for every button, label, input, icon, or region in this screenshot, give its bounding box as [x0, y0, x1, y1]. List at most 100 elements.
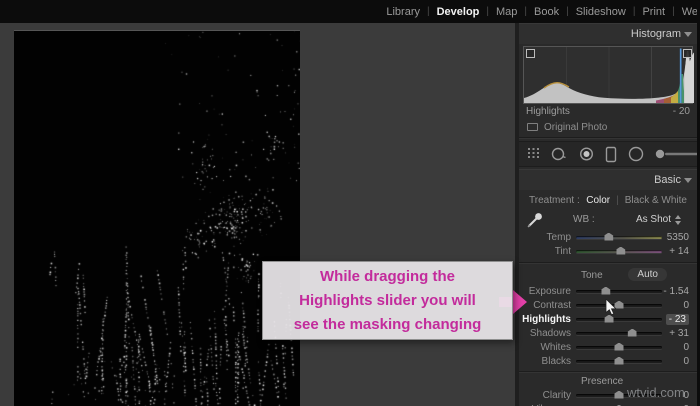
temp-slider-thumb[interactable] [604, 232, 614, 241]
wb-preset-dropdown-icon[interactable] [675, 215, 681, 225]
module-picker: Library | Develop | Map | Book | Slideshow | Print… [0, 0, 700, 23]
shadows-slider-track[interactable] [576, 328, 662, 337]
slider-value: - 23 [662, 313, 697, 325]
slider-label: Blacks [541, 355, 571, 367]
exposure-slider-thumb[interactable] [601, 286, 611, 295]
chevron-down-icon [684, 32, 692, 37]
slider-row-whites: Whites 0 [519, 340, 697, 354]
annotation-box: While dragging the Highlights slider you… [262, 261, 513, 340]
tone-sliders-group: Exposure - 1.54 Contrast 0 Highlights - 23 Sha… [519, 284, 697, 368]
section-divider [519, 262, 697, 264]
original-photo-label: Original Photo [544, 121, 608, 133]
slider-row-temp: Temp 5350 [519, 230, 697, 244]
histogram-graph[interactable] [523, 46, 694, 104]
histogram-status-label: Highlights [526, 106, 570, 117]
shadows-slider-thumb[interactable] [627, 328, 637, 337]
watermark: wtvid.com [627, 385, 685, 400]
nav-separator: | [524, 6, 528, 17]
histogram-status-row: Highlights - 20 [519, 105, 697, 119]
slider-label: Tint [554, 245, 571, 257]
graduated-filter-icon[interactable] [605, 146, 617, 163]
original-photo-row[interactable]: Original Photo [519, 119, 697, 135]
highlight-clipping-indicator-icon [683, 49, 692, 58]
adjustment-brush-icon[interactable] [655, 148, 697, 160]
nav-item-we[interactable]: We [682, 6, 698, 18]
photo-canvas[interactable] [14, 31, 300, 406]
tool-strip [519, 141, 697, 167]
treatment-row: Treatment : Color | Black & White [519, 193, 697, 208]
spot-removal-icon[interactable] [551, 146, 568, 162]
develop-right-panel: Histogram Highlights - 20 Original Photo… [519, 23, 697, 406]
exposure-slider-track[interactable] [576, 286, 662, 295]
auto-tone-button[interactable]: Auto [628, 268, 667, 281]
basic-title: Basic [654, 174, 681, 186]
slider-row-shadows: Shadows + 31 [519, 326, 697, 340]
white-balance-row: WB : As Shot [519, 210, 697, 230]
nav-item-map[interactable]: Map [496, 6, 517, 18]
treatment-bw-option[interactable]: Black & White [625, 193, 687, 208]
histogram-chart [524, 47, 694, 103]
slider-row-vibrance: Vibrance0 [519, 402, 697, 406]
slider-row-tint: Tint + 14 [519, 244, 697, 258]
wb-sliders-group: Temp 5350 Tint + 14 [519, 230, 697, 258]
treatment-label: Treatment : [529, 195, 580, 206]
wb-eyedropper-icon[interactable] [525, 210, 545, 230]
tint-slider-thumb[interactable] [616, 246, 626, 255]
slider-value: - 1.54 [663, 285, 689, 297]
nav-separator: | [632, 6, 636, 17]
module-nav: Library | Develop | Map | Book | Slideshow | Print… [386, 6, 698, 18]
slider-value: 0 [683, 341, 689, 353]
clipping-mask-preview[interactable] [14, 31, 300, 406]
slider-label: Whites [540, 341, 571, 353]
slider-row-exposure: Exposure - 1.54 [519, 284, 697, 298]
treatment-color-option[interactable]: Color [586, 193, 610, 208]
nav-separator: | [426, 6, 430, 17]
histogram-status-value: - 20 [672, 106, 690, 117]
shadow-clipping-indicator-icon [526, 49, 535, 58]
whites-slider-thumb[interactable] [614, 342, 624, 351]
temp-slider-track[interactable] [576, 232, 662, 241]
histogram-panel-header[interactable]: Histogram [519, 23, 697, 44]
photo-thumbnail-icon [527, 123, 538, 131]
basic-panel-header[interactable]: Basic [519, 169, 697, 190]
section-divider [519, 371, 697, 373]
red-eye-correction-icon[interactable] [579, 146, 594, 162]
blacks-slider-thumb[interactable] [614, 356, 624, 365]
annotation-line: While dragging the [320, 267, 455, 285]
nav-item-book[interactable]: Book [534, 6, 559, 18]
blacks-slider-track[interactable] [576, 356, 662, 365]
presence-section-label: Presence [581, 376, 624, 387]
nav-item-slideshow[interactable]: Slideshow [576, 6, 626, 18]
histogram-title: Histogram [630, 28, 681, 40]
wb-label: WB : [573, 214, 595, 225]
highlights-slider-track[interactable] [576, 314, 662, 323]
slider-label: Temp [546, 231, 571, 243]
slider-value: + 31 [669, 327, 689, 339]
treatment-divider: | [616, 195, 619, 206]
slider-value: 0 [683, 299, 689, 311]
slider-value: + 14 [669, 245, 689, 257]
nav-item-develop[interactable]: Develop [437, 6, 480, 18]
section-divider [519, 137, 697, 139]
tone-section-label: Tone [581, 270, 603, 281]
whites-slider-track[interactable] [576, 342, 662, 351]
wb-preset-value[interactable]: As Shot [636, 214, 671, 225]
nav-separator: | [486, 6, 489, 17]
radial-filter-icon[interactable] [628, 146, 644, 162]
nav-item-print[interactable]: Print [642, 6, 665, 18]
crop-overlay-icon[interactable] [527, 147, 540, 161]
clarity-slider-thumb[interactable] [614, 390, 624, 399]
nav-separator: | [672, 6, 675, 17]
chevron-down-icon [684, 178, 692, 183]
annotation-line: Highlights slider you will [299, 291, 476, 309]
contrast-slider-track[interactable] [576, 300, 662, 309]
nav-separator: | [566, 6, 569, 17]
slider-label: Shadows [529, 327, 571, 339]
slider-label: Clarity [542, 389, 571, 401]
nav-item-library[interactable]: Library [386, 6, 420, 18]
slider-row-blacks: Blacks 0 [519, 354, 697, 368]
tint-slider-track[interactable] [576, 246, 662, 255]
slider-value: 0 [683, 355, 689, 367]
lightroom-window: Library | Develop | Map | Book | Slideshow | Print… [0, 0, 700, 406]
slider-value: 5350 [666, 231, 689, 243]
